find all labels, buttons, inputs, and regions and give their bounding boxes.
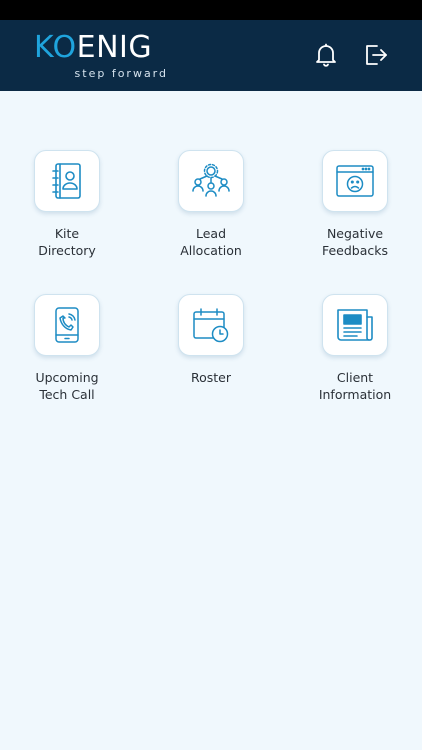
tile-client-information[interactable]: Client Information	[305, 294, 405, 403]
tile-icon-box[interactable]	[34, 150, 100, 212]
tile-icon-box[interactable]	[178, 150, 244, 212]
newspaper-icon	[337, 309, 373, 341]
tile-label: Kite Directory	[38, 226, 96, 258]
tile-label: Negative Feedbacks	[321, 226, 389, 258]
koenig-logo: KOENIG step forward	[34, 31, 174, 81]
status-bar	[0, 0, 422, 20]
tile-kite-directory[interactable]: Kite Directory	[17, 150, 117, 259]
tile-negative-feedbacks[interactable]: Negative Feedbacks	[305, 150, 405, 259]
contact-book-icon	[52, 163, 81, 199]
tile-upcoming-tech-call[interactable]: Upcoming Tech Call	[17, 294, 117, 403]
tile-label: Client Information	[318, 370, 392, 402]
phone-tablet-icon	[55, 307, 79, 343]
tile-icon-box[interactable]	[178, 294, 244, 356]
logo-wordmark: KOENIG	[34, 30, 153, 65]
tile-label: Lead Allocation	[180, 226, 242, 258]
app-header: KOENIG step forward	[0, 20, 422, 91]
tile-icon-box[interactable]	[322, 294, 388, 356]
logo-tagline: step forward	[74, 67, 168, 80]
tile-icon-box[interactable]	[322, 150, 388, 212]
team-network-icon	[192, 163, 230, 197]
tile-label: Upcoming Tech Call	[35, 370, 99, 402]
sad-face-window-icon	[336, 165, 374, 197]
tile-label: Roster	[190, 370, 231, 385]
logout-icon[interactable]	[363, 42, 389, 68]
bell-icon[interactable]	[313, 42, 339, 68]
tile-icon-box[interactable]	[34, 294, 100, 356]
tile-lead-allocation[interactable]: Lead Allocation	[161, 150, 261, 259]
tile-roster[interactable]: Roster	[161, 294, 261, 386]
calendar-clock-icon	[193, 308, 229, 343]
